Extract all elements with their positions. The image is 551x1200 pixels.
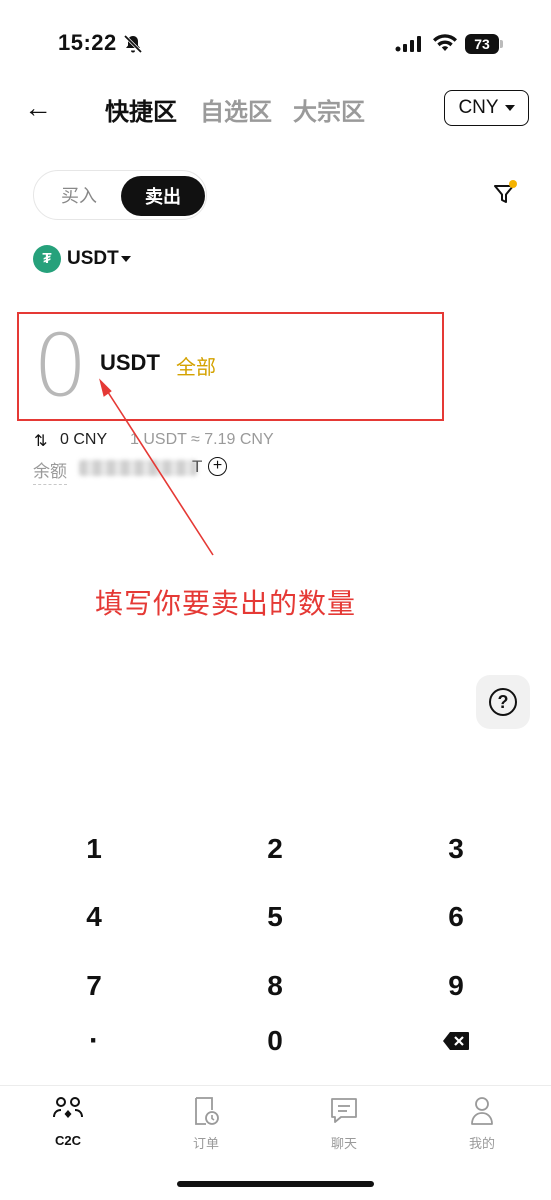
key-7[interactable]: 7 xyxy=(34,961,154,1011)
buy-tab[interactable]: 买入 xyxy=(43,173,115,217)
key-6[interactable]: 6 xyxy=(396,892,516,942)
nav-orders-label: 订单 xyxy=(192,1136,219,1151)
caret-down-icon xyxy=(504,105,515,111)
nav-c2c-label: C2C xyxy=(54,1133,81,1148)
backspace-icon xyxy=(443,1032,469,1050)
status-time: 15:22 xyxy=(58,30,117,55)
fiat-equivalent: 0 CNY xyxy=(60,431,108,448)
amount-input[interactable]: 0 xyxy=(33,318,88,414)
profile-person-icon xyxy=(466,1095,498,1127)
coin-selector-label[interactable]: USDT xyxy=(67,248,119,270)
bell-muted-icon xyxy=(123,34,143,54)
balance-unit-suffix: T xyxy=(192,457,203,476)
currency-label: CNY xyxy=(458,97,499,118)
amount-unit: USDT xyxy=(100,350,160,375)
help-question-icon: ? xyxy=(489,688,517,716)
battery-indicator: 73 xyxy=(465,34,499,54)
nav-chat-label: 聊天 xyxy=(330,1136,357,1151)
swap-icon[interactable]: ⇅ xyxy=(34,431,47,451)
sell-tab[interactable]: 卖出 xyxy=(121,176,205,216)
exchange-rate: 1 USDT ≈ 7.19 CNY xyxy=(130,431,274,448)
order-clock-icon xyxy=(190,1095,222,1127)
nav-chat[interactable]: 聊天 xyxy=(304,1095,384,1152)
filter-notification-dot xyxy=(509,180,517,188)
balance-value-redacted xyxy=(79,460,197,476)
coin-caret-down-icon[interactable] xyxy=(121,256,131,262)
cellular-signal-icon xyxy=(395,36,421,52)
currency-selector[interactable]: CNY xyxy=(444,90,529,126)
nav-c2c[interactable]: C2C xyxy=(28,1095,108,1148)
tab-block[interactable]: 大宗区 xyxy=(293,92,365,127)
help-button[interactable]: ? xyxy=(476,675,530,729)
key-3[interactable]: 3 xyxy=(396,824,516,874)
key-0[interactable]: 0 xyxy=(215,1016,335,1066)
key-5[interactable]: 5 xyxy=(215,892,335,942)
tether-logo-icon[interactable]: ₮ xyxy=(33,245,61,273)
c2c-users-icon xyxy=(52,1095,84,1127)
nav-profile[interactable]: 我的 xyxy=(442,1095,522,1152)
key-backspace[interactable] xyxy=(396,1021,516,1061)
key-decimal[interactable]: · xyxy=(34,1016,154,1066)
nav-profile-label: 我的 xyxy=(468,1136,495,1151)
key-2[interactable]: 2 xyxy=(215,824,335,874)
nav-orders[interactable]: 订单 xyxy=(166,1095,246,1152)
sell-all-button[interactable]: 全部 xyxy=(176,351,216,380)
key-9[interactable]: 9 xyxy=(396,961,516,1011)
tab-quick[interactable]: 快捷区 xyxy=(105,92,177,127)
chat-bubble-icon xyxy=(328,1095,360,1127)
annotation-text: 填写你要卖出的数量 xyxy=(95,588,357,619)
key-1[interactable]: 1 xyxy=(34,824,154,874)
key-8[interactable]: 8 xyxy=(215,961,335,1011)
battery-tip xyxy=(500,40,503,48)
tabbar-divider xyxy=(0,1085,551,1086)
add-funds-plus-icon[interactable]: + xyxy=(208,457,227,476)
tab-optional[interactable]: 自选区 xyxy=(200,92,272,127)
key-4[interactable]: 4 xyxy=(34,892,154,942)
balance-label: 余额 xyxy=(33,457,67,485)
wifi-icon xyxy=(433,34,457,51)
back-arrow-icon[interactable]: ← xyxy=(24,94,52,122)
home-indicator[interactable] xyxy=(177,1181,374,1187)
